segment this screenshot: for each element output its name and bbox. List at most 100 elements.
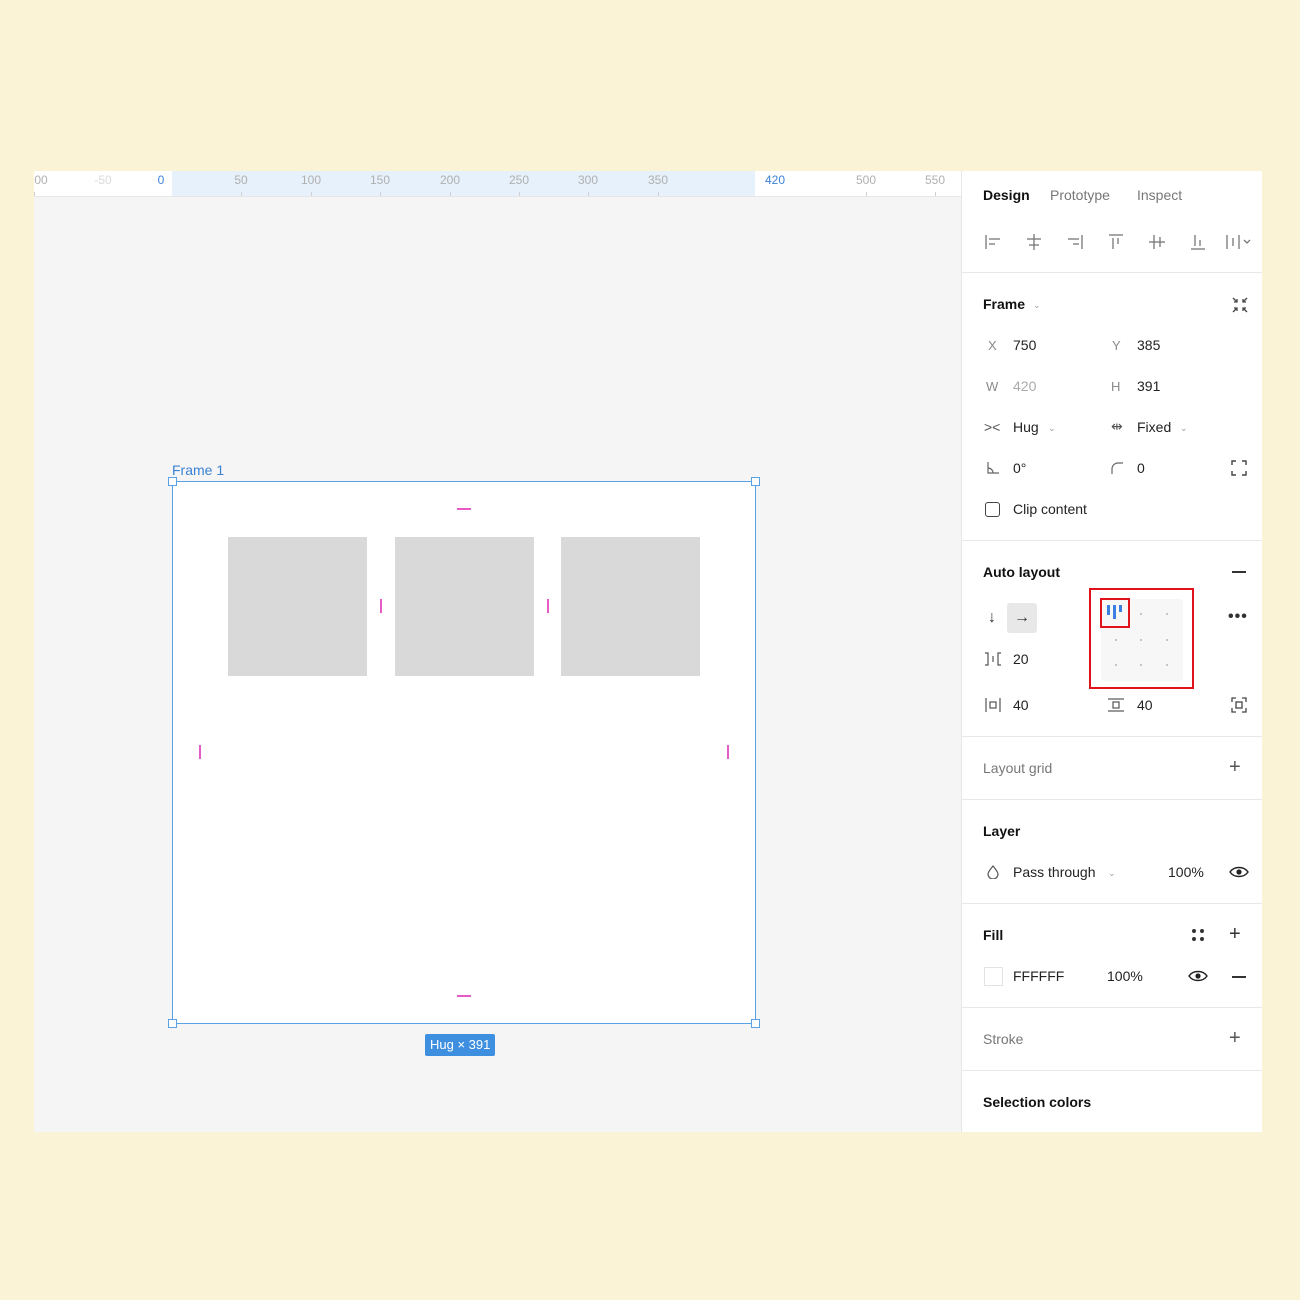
horizontal-padding-input[interactable]: 40 xyxy=(1013,697,1029,713)
styles-icon[interactable] xyxy=(1191,928,1205,942)
x-input[interactable]: 750 xyxy=(1013,337,1036,353)
spacing-guide[interactable] xyxy=(547,599,549,613)
eye-icon[interactable] xyxy=(1188,968,1208,984)
y-input[interactable]: 385 xyxy=(1137,337,1160,353)
ruler-tickmark xyxy=(519,192,520,196)
layer-title: Layer xyxy=(983,823,1021,839)
collapse-icon[interactable] xyxy=(1230,295,1250,315)
figma-editor: 00 -50 0 50 100 150 200 250 300 350 420 … xyxy=(34,171,1262,1132)
chevron-down-icon[interactable]: ⌄ xyxy=(1180,423,1188,434)
child-rectangle[interactable] xyxy=(228,537,367,676)
child-rectangle[interactable] xyxy=(395,537,534,676)
eye-icon[interactable] xyxy=(1229,864,1249,880)
chevron-down-icon[interactable]: ⌄ xyxy=(1108,868,1116,879)
blend-mode-select[interactable]: Pass through xyxy=(1013,864,1096,880)
ruler-tick: 300 xyxy=(577,173,599,187)
divider xyxy=(962,903,1262,904)
align-horizontal-center-icon[interactable] xyxy=(1023,231,1045,253)
resize-handle-bottom-left[interactable] xyxy=(168,1019,177,1028)
blend-mode-icon xyxy=(987,865,999,879)
w-label: W xyxy=(986,379,999,394)
height-mode-select[interactable]: Fixed xyxy=(1137,419,1171,435)
remove-fill-icon[interactable] xyxy=(1232,976,1246,978)
y-label: Y xyxy=(1112,338,1121,353)
direction-vertical-button[interactable]: ↓ xyxy=(977,603,1007,633)
ruler-tick: 150 xyxy=(369,173,391,187)
padding-left-guide[interactable] xyxy=(199,745,201,759)
spacing-input[interactable]: 20 xyxy=(1013,651,1029,667)
h-input[interactable]: 391 xyxy=(1137,378,1160,394)
divider xyxy=(962,736,1262,737)
padding-bottom-guide[interactable] xyxy=(457,995,471,997)
layer-opacity-input[interactable]: 100% xyxy=(1168,864,1204,880)
ruler-tickmark xyxy=(588,192,589,196)
layout-grid-title: Layout grid xyxy=(983,760,1053,776)
corner-radius-icon xyxy=(1111,462,1123,474)
width-mode-select[interactable]: Hug xyxy=(1013,419,1039,435)
independent-corners-icon[interactable] xyxy=(1230,459,1248,477)
tab-prototype[interactable]: Prototype xyxy=(1050,187,1110,203)
padding-right-guide[interactable] xyxy=(727,745,729,759)
divider xyxy=(962,272,1262,273)
auto-layout-title: Auto layout xyxy=(983,564,1060,580)
fill-color-input[interactable]: FFFFFF xyxy=(1013,968,1064,984)
chevron-down-icon[interactable]: ⌄ xyxy=(1033,300,1041,311)
corner-radius-input[interactable]: 0 xyxy=(1137,460,1145,476)
divider xyxy=(962,799,1262,800)
child-rectangle[interactable] xyxy=(561,537,700,676)
vertical-padding-input[interactable]: 40 xyxy=(1137,697,1153,713)
add-stroke-icon[interactable]: + xyxy=(1229,1027,1241,1050)
ruler-tickmark xyxy=(658,192,659,196)
rotation-icon xyxy=(987,462,999,474)
tab-inspect[interactable]: Inspect xyxy=(1137,187,1182,203)
frame-name-label[interactable]: Frame 1 xyxy=(172,462,224,478)
horizontal-padding-icon xyxy=(985,698,1001,712)
align-vertical-center-icon[interactable] xyxy=(1146,231,1168,253)
individual-padding-icon[interactable] xyxy=(1230,696,1248,714)
fill-opacity-input[interactable]: 100% xyxy=(1107,968,1143,984)
horizontal-resizing-icon: >< xyxy=(984,419,1001,435)
padding-top-guide[interactable] xyxy=(457,508,471,510)
h-label: H xyxy=(1111,379,1121,394)
vertical-padding-icon xyxy=(1108,698,1124,712)
clip-content-label[interactable]: Clip content xyxy=(1013,501,1087,517)
rotation-input[interactable]: 0° xyxy=(1013,460,1026,476)
canvas[interactable]: Frame 1 Hug × 391 xyxy=(34,198,961,1132)
more-options-icon[interactable]: ••• xyxy=(1228,608,1248,626)
ruler-tick: 350 xyxy=(647,173,669,187)
fill-color-swatch[interactable] xyxy=(984,967,1003,986)
chevron-down-icon[interactable]: ⌄ xyxy=(1048,423,1056,434)
remove-auto-layout-icon[interactable] xyxy=(1232,571,1246,573)
align-top-icon[interactable] xyxy=(1105,231,1127,253)
ruler-tickmark xyxy=(935,192,936,196)
spacing-guide[interactable] xyxy=(380,599,382,613)
selected-frame[interactable] xyxy=(172,481,756,1024)
resize-handle-top-right[interactable] xyxy=(751,477,760,486)
stroke-title: Stroke xyxy=(983,1031,1024,1047)
add-fill-icon[interactable]: + xyxy=(1229,923,1241,946)
ruler-tickmark xyxy=(34,192,35,196)
resize-handle-top-left[interactable] xyxy=(168,477,177,486)
w-input[interactable]: 420 xyxy=(1013,378,1036,394)
tab-design[interactable]: Design xyxy=(983,187,1030,203)
distribute-icon[interactable] xyxy=(1224,231,1254,253)
selection-colors-title: Selection colors xyxy=(983,1094,1092,1110)
resize-handle-bottom-right[interactable] xyxy=(751,1019,760,1028)
design-panel: Design Prototype Inspect Frame ⌄ X 750 Y… xyxy=(961,171,1262,1132)
ruler-tick: 500 xyxy=(855,173,877,187)
ruler-tick: 00 xyxy=(34,173,48,187)
ruler-tick: 420 xyxy=(764,173,786,187)
ruler-tickmark xyxy=(380,192,381,196)
arrow-right-icon: → xyxy=(1014,609,1030,626)
ruler-tick: 50 xyxy=(234,173,248,187)
ruler-tick: 550 xyxy=(924,173,946,187)
align-bottom-icon[interactable] xyxy=(1187,231,1209,253)
clip-content-checkbox[interactable] xyxy=(985,502,1000,517)
ruler-tick: 0 xyxy=(157,173,165,187)
direction-horizontal-button[interactable]: → xyxy=(1007,603,1037,633)
align-right-icon[interactable] xyxy=(1064,231,1086,253)
add-layout-grid-icon[interactable]: + xyxy=(1229,756,1241,779)
frame-section-title[interactable]: Frame xyxy=(983,296,1025,312)
align-left-icon[interactable] xyxy=(982,231,1004,253)
arrow-down-icon: ↓ xyxy=(988,609,996,626)
